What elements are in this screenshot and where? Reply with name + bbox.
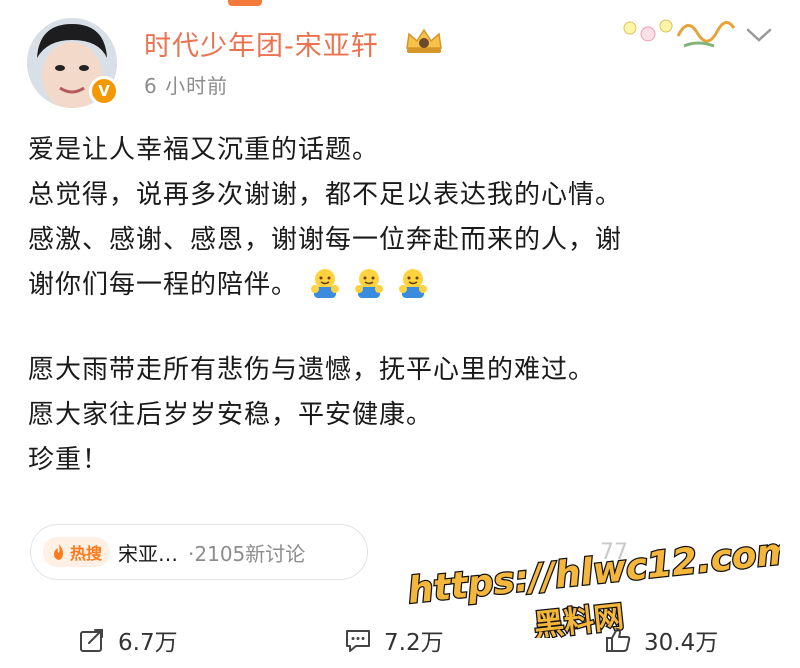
post-body: 爱是让人幸福又沉重的话题。 总觉得，说再多次谢谢，都不足以表达我的心情。 感激、… bbox=[28, 128, 622, 483]
post-line: 总觉得，说再多次谢谢，都不足以表达我的心情。 bbox=[28, 180, 623, 210]
comment-button[interactable]: 7.2万 bbox=[344, 618, 444, 662]
flower-sticker-icon bbox=[623, 19, 736, 48]
chevron-down-icon[interactable] bbox=[746, 26, 772, 44]
hot-search-badge: 热搜 bbox=[43, 537, 111, 567]
post-line: 愿大家往后岁岁安稳，平安健康。 bbox=[28, 400, 434, 430]
post-line: 感激、感谢、感恩，谢谢每一位奔赴而来的人，谢 bbox=[28, 225, 623, 255]
comment-icon bbox=[346, 630, 370, 652]
hot-topic-count: ·2105新讨论 bbox=[188, 541, 306, 566]
thumbs-up-icon bbox=[606, 628, 631, 652]
post-line: 爱是让人幸福又沉重的话题。 bbox=[28, 135, 380, 165]
comment-count: 7.2万 bbox=[384, 630, 444, 656]
repost-count: 6.7万 bbox=[118, 630, 178, 656]
hot-topic-name: 宋亚… bbox=[118, 541, 179, 566]
flame-icon bbox=[54, 544, 63, 560]
crown-icon bbox=[406, 28, 442, 53]
post-line: 愿大雨带走所有悲伤与遗憾，抚平心里的难过。 bbox=[28, 355, 596, 385]
repost-button[interactable]: 6.7万 bbox=[78, 618, 178, 662]
post-line: 谢你们每一程的陪伴。 bbox=[28, 270, 299, 300]
post-line-with-emoji: 谢你们每一程的陪伴。 bbox=[28, 263, 622, 308]
action-bar: 6.7万 7.2万 30.4万 bbox=[0, 618, 800, 662]
hug-emoji-icon bbox=[399, 269, 428, 298]
verified-badge: V bbox=[89, 76, 119, 106]
hot-badge-label: 热搜 bbox=[70, 544, 103, 563]
post-line: 珍重！ bbox=[28, 445, 110, 475]
username[interactable]: 时代少年团-宋亚轩 bbox=[144, 24, 379, 63]
post-timestamp: 6 小时前 bbox=[144, 74, 229, 98]
hug-emoji-icon bbox=[311, 269, 340, 298]
hot-topic-pill[interactable]: 热搜 宋亚… ·2105新讨论 bbox=[30, 524, 368, 580]
like-button[interactable]: 30.4万 bbox=[604, 618, 718, 662]
repost-icon bbox=[80, 629, 103, 652]
hug-emoji-icon bbox=[355, 269, 384, 298]
top-tab-indicator bbox=[228, 0, 262, 6]
like-count: 30.4万 bbox=[644, 630, 719, 656]
watermark-url: https://hlwc12.com bbox=[406, 531, 780, 612]
